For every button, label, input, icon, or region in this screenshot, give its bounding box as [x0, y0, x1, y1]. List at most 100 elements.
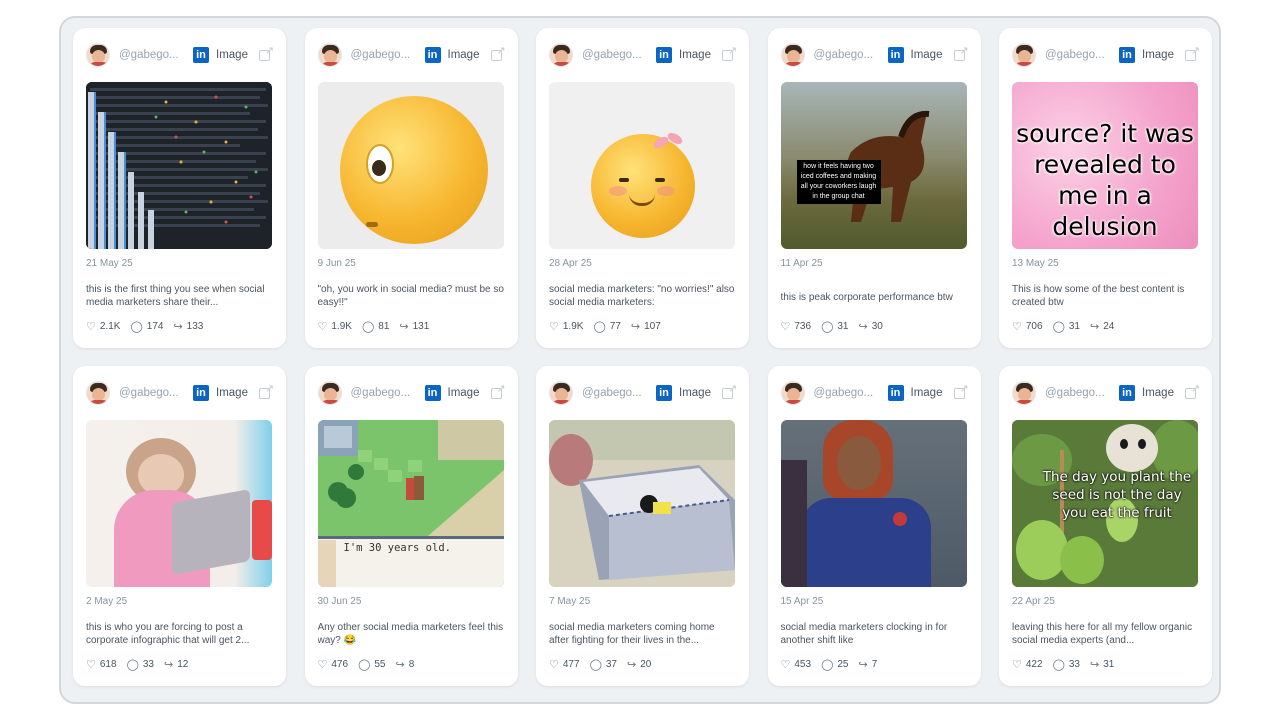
- image-overlay-text: I'm 30 years old.: [343, 542, 451, 554]
- comment-icon: ◯: [130, 321, 143, 333]
- post-handle[interactable]: @gabego...: [1045, 49, 1117, 61]
- comment-icon: ◯: [589, 659, 602, 671]
- avatar: [86, 381, 110, 405]
- shares-count: 20: [640, 659, 652, 670]
- post-handle[interactable]: @gabego...: [1045, 387, 1117, 399]
- avatar: [317, 381, 342, 405]
- shares-stat: ↪ 12: [164, 658, 188, 671]
- heart-icon: ♡: [549, 321, 559, 333]
- comments-stat: ◯ 31: [1053, 320, 1080, 333]
- post-header: @gabego... in Image ↗: [317, 28, 506, 82]
- share-icon: ↪: [630, 321, 641, 333]
- post-image[interactable]: [549, 420, 735, 587]
- post-type-label: Image: [679, 387, 711, 399]
- post-caption: social media marketers clocking in for a…: [780, 622, 948, 646]
- comment-icon: ◯: [361, 321, 375, 333]
- post-card[interactable]: @gabego... in Image ↗ 15 Apr 25 social m…: [767, 366, 981, 686]
- post-card[interactable]: @gabego... in Image ↗ The day you plant …: [999, 366, 1212, 686]
- post-type-label: Image: [1142, 49, 1174, 61]
- post-image[interactable]: [86, 420, 272, 587]
- post-image[interactable]: [780, 420, 967, 587]
- shares-count: 131: [412, 321, 430, 332]
- likes-count: 736: [794, 321, 812, 332]
- post-handle[interactable]: @gabego...: [582, 387, 654, 399]
- post-header: @gabego... in Image ↗: [1012, 28, 1200, 82]
- post-image[interactable]: [86, 82, 272, 249]
- likes-count: 2.1K: [99, 321, 121, 332]
- external-link-icon[interactable]: ↗: [259, 384, 274, 400]
- post-card[interactable]: @gabego... in Image ↗ I'm 30 years old. …: [304, 366, 518, 686]
- post-type-label: Image: [1142, 387, 1174, 399]
- comments-stat: ◯ 55: [358, 658, 385, 671]
- post-handle[interactable]: @gabego...: [351, 387, 423, 399]
- external-link-icon[interactable]: ↗: [953, 46, 969, 62]
- post-handle[interactable]: @gabego...: [814, 49, 886, 61]
- share-icon: ↪: [173, 321, 183, 333]
- shares-count: 30: [871, 321, 883, 332]
- linkedin-icon: in: [193, 385, 209, 401]
- external-link-icon[interactable]: ↗: [722, 46, 737, 62]
- post-caption: social media marketers coming home after…: [549, 622, 715, 646]
- post-image[interactable]: how it feels having two iced coffees and…: [780, 82, 967, 249]
- post-card[interactable]: @gabego... in Image ↗ 2 May 25 this is w…: [73, 366, 286, 686]
- external-link-icon[interactable]: ↗: [490, 384, 506, 400]
- post-image[interactable]: The day you plant the seed is not the da…: [1012, 420, 1198, 587]
- post-type-label: Image: [447, 387, 480, 399]
- shares-stat: ↪ 24: [1090, 320, 1114, 333]
- post-card[interactable]: @gabego... in Image ↗ 9 Jun 25 "oh, you …: [304, 28, 518, 348]
- share-icon: ↪: [858, 321, 868, 333]
- comments-count: 33: [142, 659, 154, 670]
- post-date: 30 Jun 25: [317, 596, 362, 607]
- external-link-icon[interactable]: ↗: [259, 46, 274, 62]
- post-caption: this is peak corporate performance btw: [780, 291, 953, 303]
- avatar: [317, 43, 342, 67]
- post-handle[interactable]: @gabego...: [119, 387, 191, 399]
- shares-stat: ↪ 20: [627, 658, 651, 671]
- post-card[interactable]: @gabego... in Image ↗ how it feels havin…: [767, 28, 981, 348]
- external-link-icon[interactable]: ↗: [953, 384, 969, 400]
- comment-icon: ◯: [126, 659, 139, 671]
- post-card[interactable]: @gabego... in Image ↗ source? it was rev…: [999, 28, 1212, 348]
- shares-count: 24: [1103, 321, 1115, 332]
- post-image[interactable]: [317, 82, 504, 249]
- post-date: 7 May 25: [549, 596, 591, 607]
- post-date: 11 Apr 25: [780, 258, 823, 269]
- comment-icon: ◯: [821, 321, 834, 333]
- post-stats: ♡ 2.1K ◯ 174 ↪ 133: [86, 320, 213, 333]
- post-handle[interactable]: @gabego...: [119, 49, 191, 61]
- shares-count: 107: [644, 321, 661, 332]
- linkedin-icon: in: [656, 385, 672, 401]
- shares-count: 31: [1103, 659, 1115, 670]
- post-handle[interactable]: @gabego...: [351, 49, 423, 61]
- external-link-icon[interactable]: ↗: [1185, 384, 1200, 400]
- image-overlay-text: The day you plant the seed is not the da…: [1042, 469, 1192, 521]
- shares-count: 133: [186, 321, 204, 332]
- post-caption: Any other social media marketers feel th…: [317, 622, 504, 646]
- post-handle[interactable]: @gabego...: [582, 49, 654, 61]
- post-card[interactable]: @gabego... in Image ↗ 28 Apr 25 social m…: [536, 28, 749, 348]
- heart-icon: ♡: [86, 321, 96, 333]
- post-handle[interactable]: @gabego...: [814, 387, 886, 399]
- share-icon: ↪: [627, 659, 637, 671]
- external-link-icon[interactable]: ↗: [1185, 46, 1200, 62]
- linkedin-icon: in: [887, 47, 904, 63]
- post-image[interactable]: I'm 30 years old.: [317, 420, 504, 587]
- post-date: 15 Apr 25: [780, 596, 824, 607]
- comments-stat: ◯ 31: [821, 320, 848, 333]
- external-link-icon[interactable]: ↗: [490, 46, 506, 62]
- likes-count: 706: [1025, 321, 1043, 332]
- shares-stat: ↪ 131: [399, 320, 429, 333]
- heart-icon: ♡: [1012, 321, 1022, 333]
- avatar: [86, 43, 110, 67]
- post-image[interactable]: source? it was revealed to me in a delus…: [1012, 82, 1198, 249]
- post-card[interactable]: @gabego... in Image ↗ 7 May 25 social me…: [536, 366, 749, 686]
- external-link-icon[interactable]: ↗: [722, 384, 737, 400]
- post-header: @gabego... in Image ↗: [549, 366, 737, 420]
- post-date: 13 May 25: [1012, 258, 1059, 269]
- post-card[interactable]: @gabego... in Image ↗ 21 May 25 this is …: [73, 28, 286, 348]
- shares-stat: ↪ 30: [859, 320, 883, 333]
- heart-icon: ♡: [549, 659, 559, 671]
- post-caption: leaving this here for all my fellow orga…: [1012, 622, 1193, 646]
- post-image[interactable]: [549, 82, 735, 249]
- linkedin-icon: in: [887, 385, 904, 401]
